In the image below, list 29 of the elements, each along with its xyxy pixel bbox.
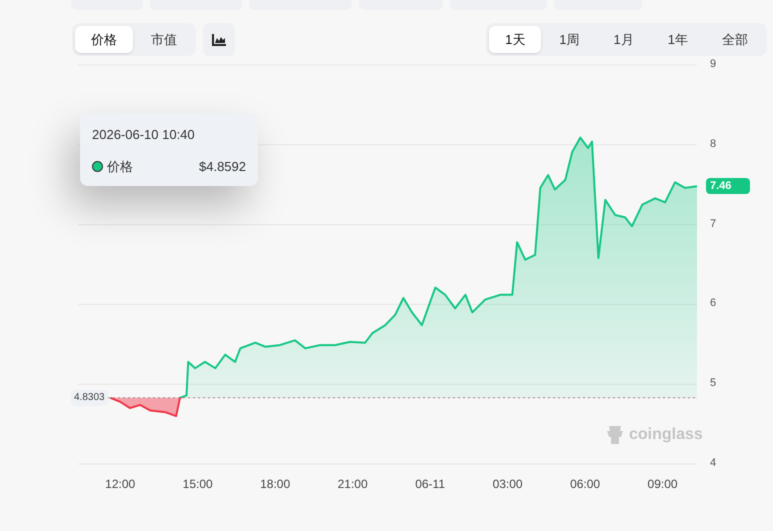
series-name: 价格 [107, 158, 133, 176]
axis-label: 15:00 [182, 478, 213, 490]
axis-label: 8 [710, 138, 716, 150]
chart-type-button[interactable] [203, 23, 235, 56]
tab[interactable]: 价格 [75, 26, 133, 53]
axis-label: 21:00 [338, 478, 368, 490]
axis-label: 12:00 [105, 478, 136, 490]
tab[interactable]: 全部 [706, 26, 764, 53]
tab[interactable]: 1年 [652, 26, 704, 53]
axis-label: 09:00 [648, 478, 678, 490]
axis-label: 06-11 [415, 478, 446, 490]
area-chart-icon [212, 34, 226, 46]
axis-label: 6 [710, 298, 716, 310]
axis-label: 7 [710, 218, 716, 230]
axis-label: 9 [710, 59, 716, 70]
tooltip-time: 2026-06-10 10:40 [92, 126, 196, 144]
baseline-label: 4.8303 [71, 390, 108, 406]
axis-label: 5 [710, 378, 716, 390]
price-badge: 7.46 [706, 178, 750, 194]
axis-label: 4 [710, 458, 716, 469]
tab[interactable]: 1月 [598, 26, 650, 53]
mascot-icon [605, 424, 625, 446]
tab[interactable]: 1天 [489, 26, 542, 53]
axis-label: 03:00 [492, 478, 523, 490]
axis-label: 18:00 [260, 478, 290, 490]
series-value: $4.8592 [199, 158, 246, 176]
tab[interactable]: 1周 [543, 26, 596, 53]
axis-label: 06:00 [570, 478, 600, 490]
tab[interactable]: 市值 [135, 26, 193, 53]
